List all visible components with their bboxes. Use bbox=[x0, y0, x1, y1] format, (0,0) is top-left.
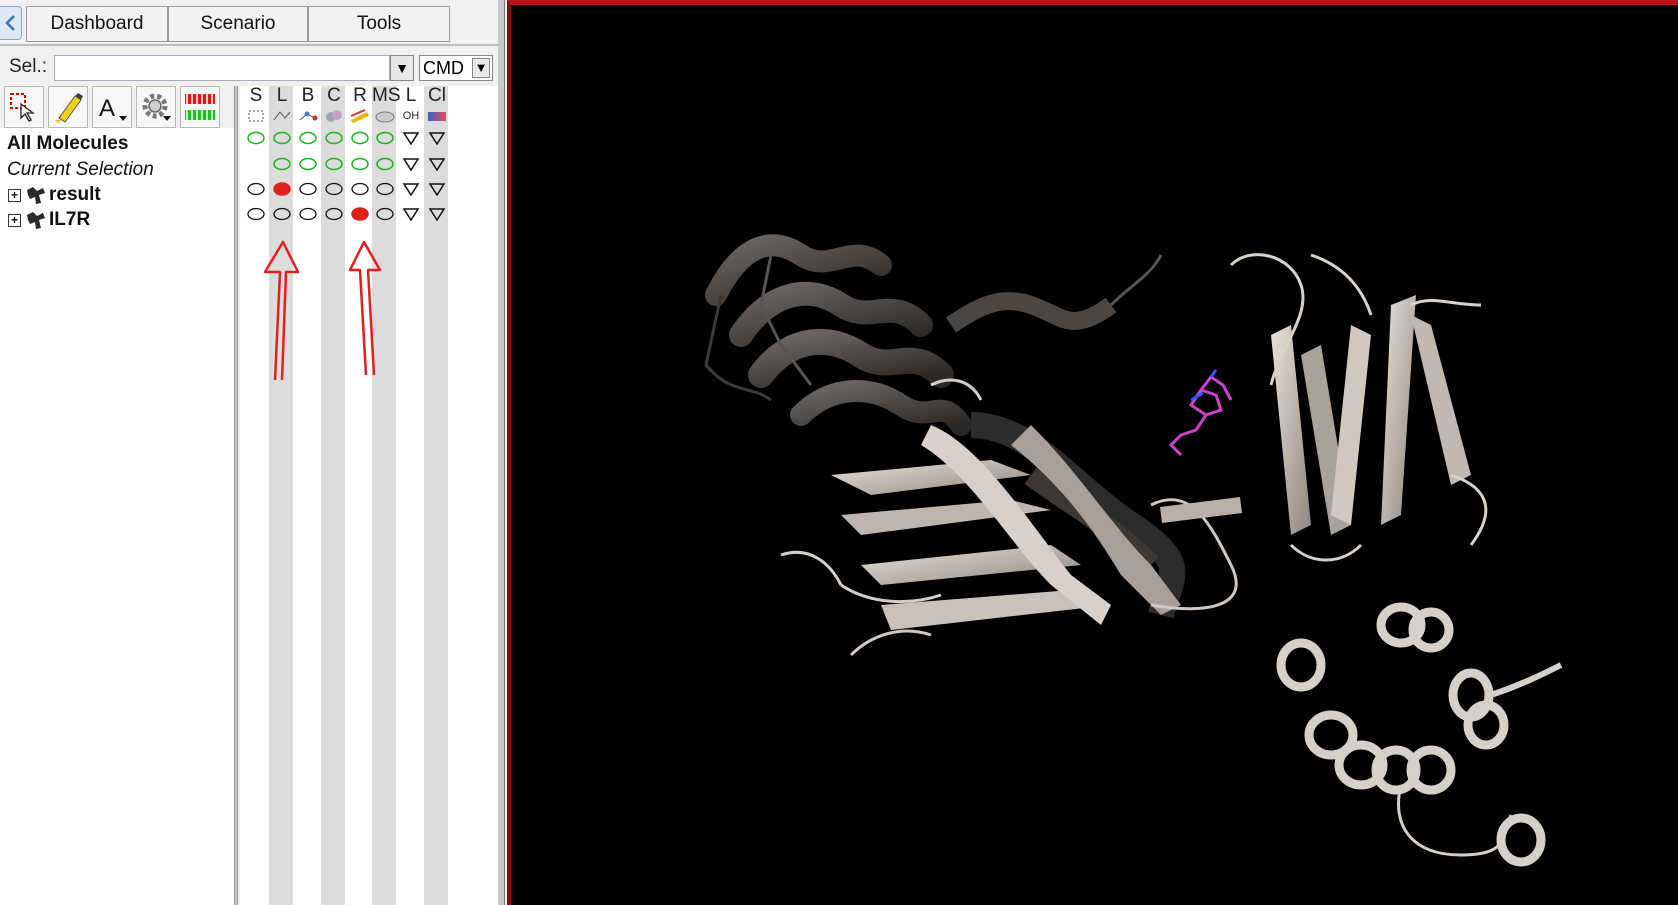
annotation-arrows bbox=[263, 240, 382, 381]
right-helix-bundle bbox=[1276, 602, 1563, 867]
annotation-arrow-left bbox=[263, 240, 300, 381]
protein-structure-render bbox=[704, 234, 1563, 867]
right-beta-domain bbox=[1229, 253, 1488, 562]
annotation-arrow-right bbox=[348, 240, 382, 376]
3d-viewport[interactable] bbox=[507, 0, 1678, 905]
ligand-molecule bbox=[1168, 369, 1233, 457]
